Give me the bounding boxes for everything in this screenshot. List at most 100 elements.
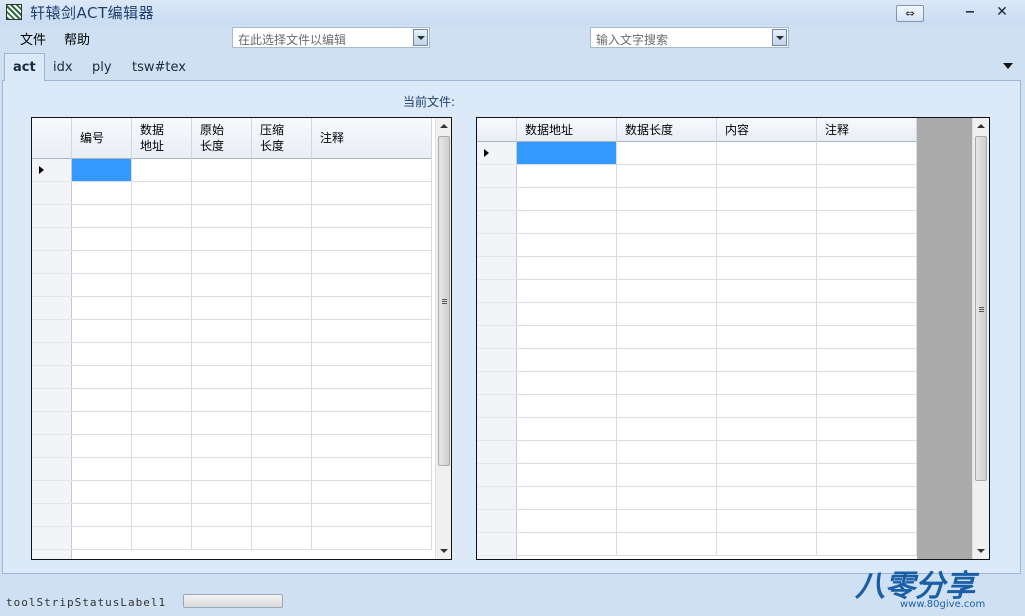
right-data-grid[interactable]: 数据地址 数据长度 内容 注释 — [476, 117, 990, 560]
row-header[interactable] — [477, 533, 517, 556]
column-header[interactable]: 数据地址 — [517, 118, 617, 142]
grid-cell[interactable] — [72, 481, 132, 504]
vertical-scrollbar[interactable] — [435, 118, 451, 559]
grid-cell[interactable] — [517, 280, 617, 303]
grid-cell[interactable] — [617, 188, 717, 211]
grid-cell[interactable] — [252, 228, 312, 251]
grid-cell[interactable] — [192, 159, 252, 182]
grid-cell[interactable] — [72, 297, 132, 320]
grid-cell[interactable] — [717, 326, 817, 349]
grid-cell[interactable] — [192, 389, 252, 412]
grid-cell[interactable] — [817, 372, 917, 395]
grid-cell[interactable] — [517, 533, 617, 556]
grid-cell[interactable] — [817, 211, 917, 234]
grid-cell[interactable] — [617, 349, 717, 372]
scroll-thumb[interactable] — [438, 136, 450, 466]
grid-cell[interactable] — [132, 159, 192, 182]
grid-cell[interactable] — [312, 481, 432, 504]
grid-cell[interactable] — [132, 504, 192, 527]
grid-cell[interactable] — [132, 527, 192, 550]
left-data-grid[interactable]: 编号 数据 地址 原始 长度 压缩 长度 注释 — [31, 117, 452, 560]
grid-cell[interactable] — [312, 527, 432, 550]
grid-cell[interactable] — [192, 228, 252, 251]
grid-cell[interactable] — [817, 349, 917, 372]
grid-cell[interactable] — [192, 205, 252, 228]
grid-cell[interactable] — [817, 165, 917, 188]
scroll-up-arrow-icon[interactable] — [977, 124, 985, 128]
grid-cell[interactable] — [252, 435, 312, 458]
row-header[interactable] — [477, 303, 517, 326]
column-header[interactable]: 内容 — [717, 118, 817, 142]
grid-cell[interactable] — [252, 527, 312, 550]
row-header[interactable] — [32, 458, 72, 481]
grid-cell[interactable] — [252, 274, 312, 297]
grid-cell[interactable] — [72, 205, 132, 228]
grid-cell[interactable] — [717, 464, 817, 487]
grid-cell[interactable] — [132, 435, 192, 458]
grid-cell[interactable] — [617, 303, 717, 326]
column-header[interactable]: 数据长度 — [617, 118, 717, 142]
column-header[interactable]: 编号 — [72, 118, 132, 159]
column-header[interactable]: 数据地址 — [132, 118, 192, 159]
grid-cell[interactable] — [312, 343, 432, 366]
row-header[interactable] — [477, 257, 517, 280]
grid-cell[interactable] — [617, 234, 717, 257]
chevron-down-icon[interactable] — [772, 29, 787, 46]
row-header[interactable] — [477, 418, 517, 441]
grid-cell[interactable] — [617, 418, 717, 441]
grid-cell[interactable] — [717, 418, 817, 441]
grid-cell[interactable] — [252, 504, 312, 527]
scroll-down-arrow-icon[interactable] — [977, 549, 985, 553]
grid-cell[interactable] — [617, 165, 717, 188]
grid-cell[interactable] — [312, 205, 432, 228]
column-header[interactable]: 压缩 长度 — [252, 118, 312, 159]
grid-cell[interactable] — [72, 504, 132, 527]
grid-cell[interactable] — [72, 389, 132, 412]
menu-file[interactable]: 文件 — [20, 29, 46, 48]
row-header[interactable] — [477, 464, 517, 487]
row-header[interactable] — [32, 251, 72, 274]
grid-cell[interactable] — [132, 389, 192, 412]
row-header[interactable] — [477, 211, 517, 234]
row-header[interactable] — [32, 320, 72, 343]
row-header[interactable] — [32, 527, 72, 550]
grid-cell[interactable] — [252, 320, 312, 343]
row-header[interactable] — [477, 395, 517, 418]
grid-cell[interactable] — [192, 297, 252, 320]
grid-cell[interactable] — [192, 182, 252, 205]
grid-cell[interactable] — [312, 435, 432, 458]
row-header[interactable] — [32, 205, 72, 228]
grid-cell[interactable] — [72, 228, 132, 251]
grid-cell[interactable] — [717, 372, 817, 395]
row-header[interactable] — [32, 481, 72, 504]
grid-cell[interactable] — [817, 188, 917, 211]
grid-cell[interactable] — [517, 303, 617, 326]
row-header[interactable] — [32, 504, 72, 527]
grid-cell[interactable] — [72, 366, 132, 389]
grid-cell[interactable] — [132, 228, 192, 251]
row-header[interactable] — [32, 343, 72, 366]
grid-cell[interactable] — [252, 297, 312, 320]
grid-cell[interactable] — [817, 142, 917, 165]
grid-cell[interactable] — [252, 159, 312, 182]
row-header[interactable] — [32, 228, 72, 251]
grid-cell[interactable] — [717, 395, 817, 418]
column-header[interactable]: 注释 — [312, 118, 432, 159]
grid-cell[interactable] — [517, 464, 617, 487]
row-header[interactable] — [477, 188, 517, 211]
scroll-down-arrow-icon[interactable] — [440, 549, 448, 553]
grid-cell[interactable] — [192, 481, 252, 504]
grid-cell[interactable] — [312, 274, 432, 297]
grid-cell[interactable] — [72, 182, 132, 205]
grid-cell[interactable] — [192, 320, 252, 343]
grid-cell[interactable] — [517, 349, 617, 372]
row-header[interactable] — [32, 412, 72, 435]
tab-act[interactable]: act — [4, 53, 45, 81]
search-input[interactable]: 输入文字搜索 — [590, 27, 789, 48]
tab-ply[interactable]: ply — [84, 56, 120, 82]
menu-help[interactable]: 帮助 — [64, 29, 90, 48]
grid-cell[interactable] — [312, 182, 432, 205]
grid-cell[interactable] — [717, 303, 817, 326]
grid-cell[interactable] — [192, 343, 252, 366]
row-header[interactable] — [477, 441, 517, 464]
